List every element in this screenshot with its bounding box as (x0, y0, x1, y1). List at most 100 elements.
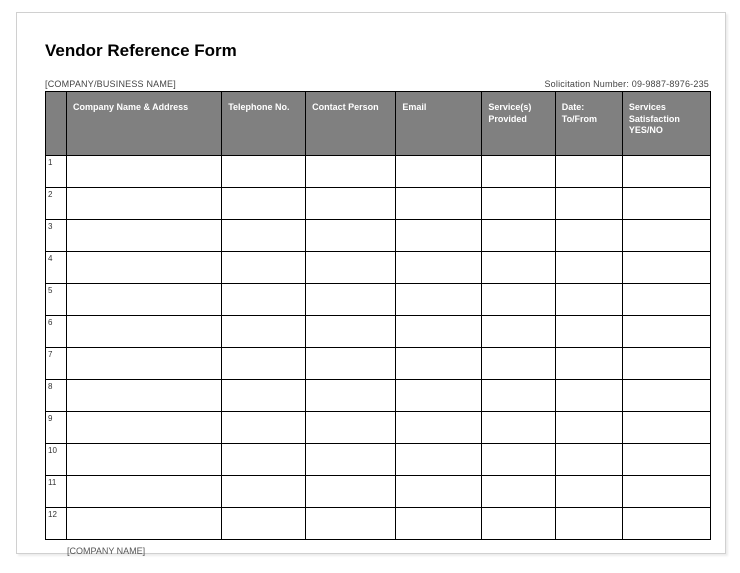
col-header: Services Satisfaction YES/NO (622, 92, 710, 156)
table-header-row: Company Name & AddressTelephone No.Conta… (46, 92, 711, 156)
table-cell[interactable] (555, 412, 622, 444)
table-cell[interactable] (482, 476, 555, 508)
table-cell[interactable] (482, 284, 555, 316)
table-cell[interactable] (222, 220, 306, 252)
table-cell[interactable] (622, 252, 710, 284)
table-cell[interactable] (555, 220, 622, 252)
table-cell[interactable] (66, 380, 221, 412)
table-cell[interactable] (482, 444, 555, 476)
table-cell[interactable] (622, 284, 710, 316)
table-cell[interactable] (222, 156, 306, 188)
col-header: Date: To/From (555, 92, 622, 156)
table-cell[interactable] (396, 508, 482, 540)
table-cell[interactable] (622, 316, 710, 348)
table-cell[interactable] (622, 476, 710, 508)
table-cell[interactable] (396, 380, 482, 412)
table-cell[interactable] (66, 476, 221, 508)
table-cell[interactable] (396, 348, 482, 380)
table-cell[interactable] (222, 252, 306, 284)
table-cell[interactable] (396, 220, 482, 252)
table-row: 6 (46, 316, 711, 348)
table-cell[interactable] (555, 508, 622, 540)
table-row: 3 (46, 220, 711, 252)
table-cell[interactable] (396, 412, 482, 444)
row-number: 10 (46, 444, 67, 476)
table-cell[interactable] (482, 412, 555, 444)
table-cell[interactable] (66, 348, 221, 380)
table-cell[interactable] (555, 188, 622, 220)
table-cell[interactable] (622, 348, 710, 380)
table-cell[interactable] (306, 188, 396, 220)
table-cell[interactable] (222, 412, 306, 444)
table-cell[interactable] (622, 156, 710, 188)
table-cell[interactable] (555, 380, 622, 412)
table-cell[interactable] (555, 476, 622, 508)
table-cell[interactable] (222, 316, 306, 348)
solicitation-number: 09-9887-8976-235 (632, 79, 709, 89)
table-cell[interactable] (482, 348, 555, 380)
table-cell[interactable] (396, 316, 482, 348)
table-cell[interactable] (222, 348, 306, 380)
table-cell[interactable] (555, 284, 622, 316)
table-cell[interactable] (306, 284, 396, 316)
table-cell[interactable] (396, 284, 482, 316)
col-num-header (46, 92, 67, 156)
row-number: 8 (46, 380, 67, 412)
table-cell[interactable] (622, 444, 710, 476)
table-cell[interactable] (482, 508, 555, 540)
table-cell[interactable] (66, 316, 221, 348)
table-cell[interactable] (66, 252, 221, 284)
table-cell[interactable] (306, 380, 396, 412)
table-cell[interactable] (66, 220, 221, 252)
table-cell[interactable] (306, 252, 396, 284)
table-cell[interactable] (622, 380, 710, 412)
table-cell[interactable] (66, 444, 221, 476)
table-cell[interactable] (66, 156, 221, 188)
row-number: 7 (46, 348, 67, 380)
table-cell[interactable] (622, 508, 710, 540)
table-cell[interactable] (222, 284, 306, 316)
table-cell[interactable] (306, 156, 396, 188)
row-number: 12 (46, 508, 67, 540)
table-cell[interactable] (396, 252, 482, 284)
table-cell[interactable] (66, 412, 221, 444)
table-cell[interactable] (622, 220, 710, 252)
table-cell[interactable] (622, 412, 710, 444)
table-cell[interactable] (306, 220, 396, 252)
table-cell[interactable] (396, 156, 482, 188)
table-cell[interactable] (306, 444, 396, 476)
table-cell[interactable] (482, 252, 555, 284)
table-cell[interactable] (622, 188, 710, 220)
table-cell[interactable] (555, 156, 622, 188)
table-cell[interactable] (306, 348, 396, 380)
table-cell[interactable] (306, 412, 396, 444)
table-cell[interactable] (306, 316, 396, 348)
table-cell[interactable] (306, 476, 396, 508)
table-cell[interactable] (396, 188, 482, 220)
table-cell[interactable] (555, 348, 622, 380)
table-cell[interactable] (482, 156, 555, 188)
table-cell[interactable] (222, 380, 306, 412)
table-cell[interactable] (482, 380, 555, 412)
meta-row: [COMPANY/BUSINESS NAME] Solicitation Num… (17, 61, 725, 91)
table-cell[interactable] (482, 220, 555, 252)
table-body: 123456789101112 (46, 156, 711, 540)
row-number: 5 (46, 284, 67, 316)
table-cell[interactable] (482, 316, 555, 348)
table-cell[interactable] (222, 444, 306, 476)
table-cell[interactable] (306, 508, 396, 540)
table-cell[interactable] (555, 444, 622, 476)
table-cell[interactable] (66, 284, 221, 316)
table-cell[interactable] (555, 252, 622, 284)
table-cell[interactable] (222, 476, 306, 508)
table-cell[interactable] (482, 188, 555, 220)
company-placeholder: [COMPANY/BUSINESS NAME] (45, 79, 176, 89)
table-row: 10 (46, 444, 711, 476)
table-cell[interactable] (396, 476, 482, 508)
table-cell[interactable] (66, 508, 221, 540)
table-cell[interactable] (222, 508, 306, 540)
table-cell[interactable] (66, 188, 221, 220)
table-cell[interactable] (396, 444, 482, 476)
table-cell[interactable] (222, 188, 306, 220)
table-cell[interactable] (555, 316, 622, 348)
